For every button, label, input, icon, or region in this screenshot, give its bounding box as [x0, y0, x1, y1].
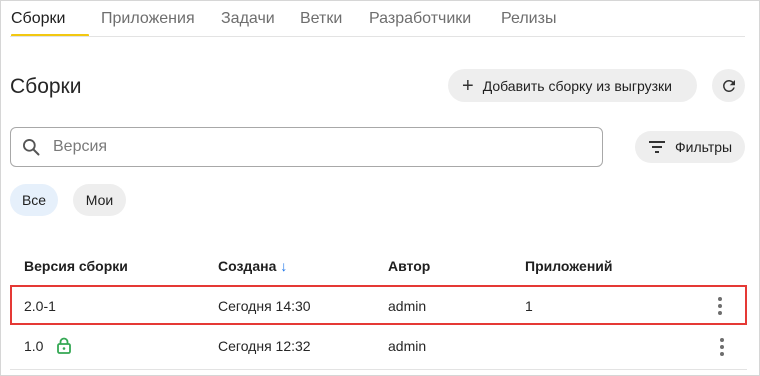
cell-author: admin [388, 298, 427, 314]
arrow-down-icon: ↓ [280, 258, 288, 274]
page-title: Сборки [10, 75, 82, 98]
chip-all[interactable]: Все [10, 184, 58, 216]
chip-mine[interactable]: Мои [73, 184, 126, 216]
cell-created: Сегодня 12:32 [218, 338, 311, 354]
table-row[interactable]: 2.0-1 Сегодня 14:30 admin 1 [10, 285, 747, 325]
cell-apps-count: 1 [525, 298, 533, 314]
column-header-applications[interactable]: Приложений [525, 258, 613, 274]
refresh-icon [722, 79, 735, 92]
filter-icon [649, 141, 665, 153]
tab-tasks[interactable]: Задачи [221, 10, 275, 28]
tab-builds[interactable]: Сборки [11, 10, 65, 28]
row-divider [10, 369, 747, 370]
more-vert-icon[interactable] [719, 338, 725, 356]
top-tabs: Сборки Приложения Задачи Ветки Разработч… [0, 0, 760, 37]
tab-applications[interactable]: Приложения [101, 10, 195, 28]
column-header-created[interactable]: Создана ↓ [218, 258, 287, 274]
filters-button-label: Фильтры [675, 139, 733, 155]
refresh-button[interactable] [712, 69, 745, 102]
filters-button[interactable]: Фильтры [635, 131, 745, 163]
version-search-field[interactable] [10, 127, 603, 167]
more-vert-icon[interactable] [717, 297, 723, 315]
cell-author: admin [388, 338, 427, 354]
tab-branches[interactable]: Ветки [300, 10, 342, 28]
lock-icon [57, 337, 71, 354]
add-build-from-export-button[interactable]: + Добавить сборку из выгрузки [448, 69, 697, 102]
cell-version: 2.0-1 [24, 298, 56, 314]
tab-releases[interactable]: Релизы [501, 10, 556, 28]
tabs-divider [10, 36, 745, 37]
column-header-author[interactable]: Автор [388, 258, 430, 274]
column-header-build-version[interactable]: Версия сборки [24, 258, 128, 274]
plus-icon: + [462, 74, 474, 97]
column-header-created-label: Создана [218, 258, 277, 274]
tab-developers[interactable]: Разработчики [369, 10, 471, 28]
cell-version: 1.0 [24, 338, 44, 354]
search-icon [23, 139, 40, 156]
cell-created: Сегодня 14:30 [218, 298, 311, 314]
table-row[interactable]: 1.0 Сегодня 12:32 admin [10, 328, 747, 368]
add-build-button-label: Добавить сборку из выгрузки [482, 77, 672, 94]
search-input[interactable] [53, 138, 573, 156]
